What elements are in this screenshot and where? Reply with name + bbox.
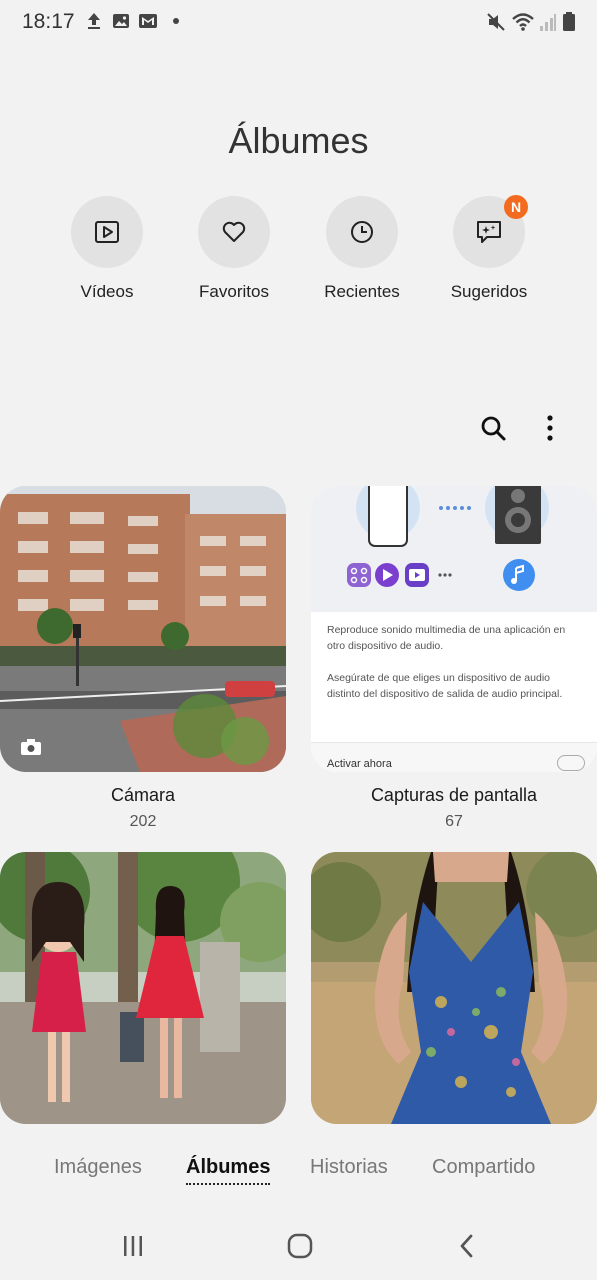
battery-icon — [563, 12, 575, 31]
recent-apps-icon — [124, 1236, 142, 1256]
search-icon — [481, 416, 506, 441]
shortcut-recent-label: Recientes — [324, 282, 400, 301]
tab-shared[interactable]: Compartido — [432, 1156, 535, 1179]
album-thumbnail-portrait[interactable] — [311, 852, 597, 1124]
clock-icon — [351, 221, 373, 243]
page-title: Álbumes — [228, 120, 369, 161]
mute-icon — [487, 13, 505, 31]
shortcut-suggested[interactable]: N Sugeridos — [425, 195, 553, 302]
album-count: 202 — [129, 813, 157, 830]
gallery-icon — [113, 14, 129, 28]
camera-icon — [21, 739, 41, 755]
shortcut-suggested-label: Sugeridos — [450, 282, 528, 301]
album-name: Capturas de pantalla — [370, 785, 538, 805]
preview-text-2: Asegúrate de que eliges un dispositivo d… — [327, 672, 563, 700]
shortcut-videos[interactable]: Vídeos — [43, 196, 171, 302]
album-thumbnail-camera[interactable] — [0, 486, 286, 772]
bottom-tabs: Imágenes Álbumes Historias Compartido — [0, 1140, 597, 1200]
camera-album-photo — [0, 486, 286, 772]
shortcut-favorites-label: Favoritos — [199, 282, 269, 301]
video-icon — [95, 221, 119, 243]
new-badge: N — [504, 195, 528, 219]
sparkle-chat-icon — [477, 221, 501, 243]
back-button[interactable] — [447, 1226, 487, 1266]
tab-images[interactable]: Imágenes — [54, 1156, 142, 1179]
more-options-button[interactable] — [530, 408, 570, 448]
home-icon — [287, 1233, 313, 1259]
preview-toggle-switch — [557, 755, 585, 771]
home-button[interactable] — [280, 1226, 320, 1266]
upload-icon — [88, 13, 100, 29]
more-vert-icon — [547, 415, 553, 441]
status-bar: 18:17 — [0, 0, 597, 44]
search-button[interactable] — [473, 408, 513, 448]
system-nav-bar — [0, 1210, 597, 1280]
tab-stories[interactable]: Historias — [310, 1156, 388, 1179]
notification-dot-icon — [173, 18, 179, 24]
album-name: Cámara — [110, 785, 176, 805]
back-icon — [460, 1234, 473, 1258]
heart-icon — [222, 221, 246, 242]
audio-devices-illustration — [347, 486, 549, 591]
shortcut-videos-label: Vídeos — [80, 282, 134, 301]
signal-icon — [540, 14, 556, 31]
shortcut-suggested-circle[interactable]: N — [453, 195, 528, 268]
album-count: 67 — [445, 813, 463, 830]
status-time: 18:17 — [22, 10, 75, 33]
recent-apps-button[interactable] — [113, 1226, 153, 1266]
shortcut-recent-circle[interactable] — [326, 196, 398, 268]
shortcut-recent[interactable]: Recientes — [298, 196, 426, 302]
shortcut-videos-circle[interactable] — [71, 196, 143, 268]
screenshot-preview-top — [311, 486, 597, 612]
preview-toggle-label: Activar ahora — [327, 758, 392, 770]
album-thumbnail-screenshots[interactable]: Reproduce sonido multimedia de una aplic… — [311, 486, 597, 772]
ar-emoji-photo — [0, 852, 286, 1124]
shortcut-favorites[interactable]: Favoritos — [170, 196, 298, 302]
tab-albums[interactable]: Álbumes — [186, 1156, 271, 1185]
preview-toggle-row: Activar ahora — [311, 742, 597, 772]
preview-text-1: Reproduce sonido multimedia de una aplic… — [327, 624, 566, 652]
gmail-icon — [139, 14, 157, 28]
portrait-photo — [311, 852, 597, 1124]
shortcut-favorites-circle[interactable] — [198, 196, 270, 268]
album-thumbnail-ar[interactable] — [0, 852, 286, 1124]
wifi-icon — [512, 13, 534, 31]
